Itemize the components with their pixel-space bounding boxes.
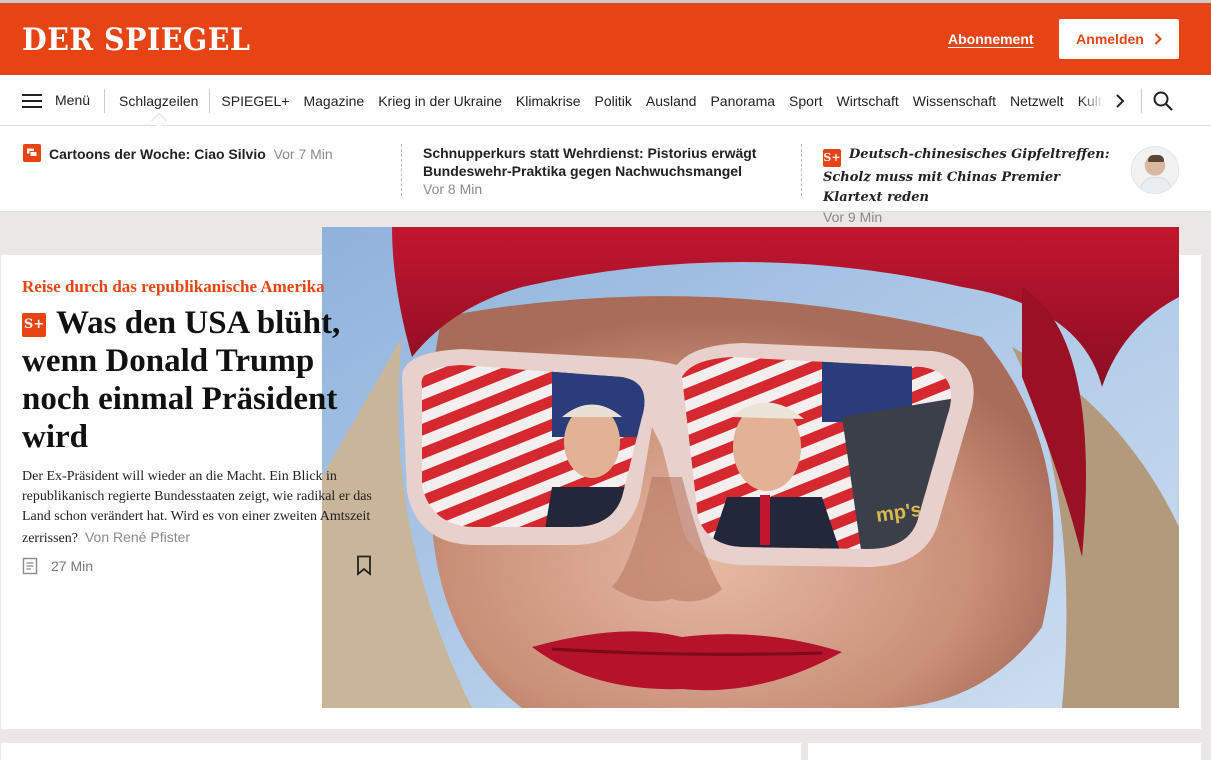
nav-item-panorama[interactable]: Panorama [703,93,782,109]
lead-author: Von René Pfister [84,529,191,545]
spiegel-logo[interactable]: DER SPIEGEL [22,21,250,59]
lead-story-text: Reise durch das republikanische Amerika … [22,276,377,549]
lead-headline[interactable]: S+ Was den USA blüht, wenn Donald Trump n… [22,304,377,456]
login-button-label: Anmelden [1076,31,1144,47]
breaking-ticker: Cartoons der Woche: Ciao Silvio Vor 7 Mi… [0,126,1211,225]
chevron-right-icon[interactable] [1112,93,1128,109]
search-icon[interactable] [1153,91,1173,111]
nav-item-netzwelt[interactable]: Netzwelt [1003,93,1071,109]
lead-kicker[interactable]: Reise durch das republikanische Amerika [22,276,377,298]
nav-item-spiegel-plus[interactable]: SPIEGEL+ [214,93,296,109]
next-card-right[interactable] [808,743,1201,760]
lead-headline-text: Was den USA blüht, wenn Donald Trump noc… [22,305,341,455]
menu-icon[interactable] [22,93,44,109]
ticker-title: Deutsch-chinesisches Gipfeltreffen: Scho… [823,147,1110,205]
nav-item-ausland[interactable]: Ausland [639,93,704,109]
menu-button-label[interactable]: Menü [55,92,90,108]
chat-icon [23,144,41,162]
ticker-item[interactable]: S+ Deutsch-chinesisches Gipfeltreffen: Sc… [823,144,1113,226]
spiegel-plus-badge: S+ [823,149,841,167]
lead-meta: 27 Min [22,555,377,577]
photo-illustration: mp's [322,227,1179,708]
nav-fade [1080,75,1140,125]
nav-item-sport[interactable]: Sport [782,93,829,109]
nav-divider [1141,89,1142,113]
article-icon [22,557,38,575]
bookmark-icon[interactable] [356,555,372,576]
nav-separator [209,88,211,113]
ticker-time: Vor 8 Min [423,181,483,197]
next-card-left[interactable] [1,743,801,760]
nav-items: Schlagzeilen SPIEGEL+ Magazine Krieg in … [112,75,1142,126]
nav-item-klimakrise[interactable]: Klimakrise [509,93,588,109]
lead-story-photo[interactable]: mp's [322,227,1179,708]
ticker-time: Vor 7 Min [273,146,333,162]
avatar[interactable] [1131,146,1179,194]
ticker-time: Vor 9 Min [823,209,883,225]
ticker-item[interactable]: Cartoons der Woche: Ciao Silvio Vor 7 Mi… [23,144,373,163]
nav-item-schlagzeilen[interactable]: Schlagzeilen [112,93,205,109]
site-header: DER SPIEGEL Abonnement Anmelden [0,3,1211,75]
nav-item-ukraine[interactable]: Krieg in der Ukraine [371,93,509,109]
lead-teaser-text: Der Ex-Präsident will wieder an die Mach… [22,469,372,546]
nav-item-wissenschaft[interactable]: Wissenschaft [906,93,1003,109]
subscription-link[interactable]: Abonnement [948,31,1034,47]
nav-item-wirtschaft[interactable]: Wirtschaft [830,93,906,109]
reading-time: 27 Min [51,558,94,574]
main-navigation: Menü Schlagzeilen SPIEGEL+ Magazine Krie… [0,75,1211,126]
ticker-title: Cartoons der Woche: Ciao Silvio [49,146,266,162]
ticker-title: Schnupperkurs statt Wehrdienst: Pistoriu… [423,145,757,179]
ticker-divider [401,144,402,196]
nav-item-politik[interactable]: Politik [588,93,639,109]
spiegel-plus-badge: S+ [22,313,46,337]
ticker-item[interactable]: Schnupperkurs statt Wehrdienst: Pistoriu… [423,144,783,198]
nav-divider [104,89,105,113]
chevron-right-icon [1154,33,1162,45]
ticker-divider [801,144,802,196]
lead-teaser[interactable]: Der Ex-Präsident will wieder an die Mach… [22,467,377,549]
login-button[interactable]: Anmelden [1059,19,1179,59]
nav-item-magazine[interactable]: Magazine [296,93,371,109]
